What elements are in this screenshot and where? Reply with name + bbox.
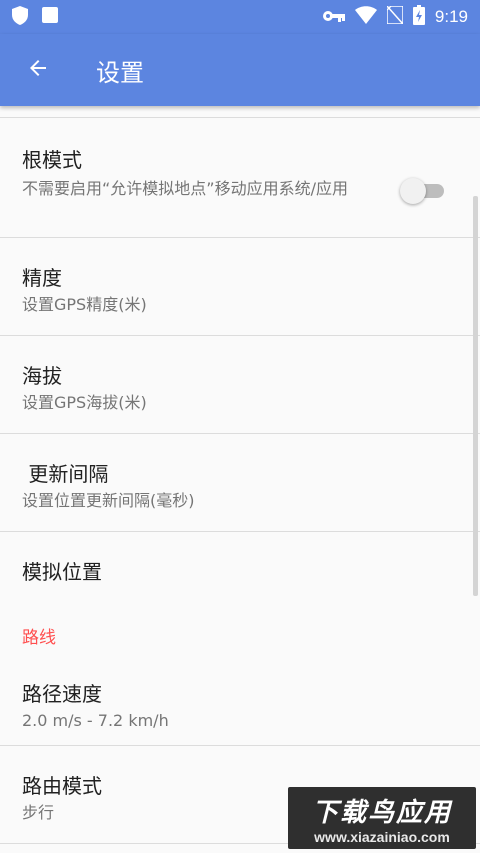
section-header-route: 路线	[22, 627, 56, 648]
setting-summary: 设置GPS精度(米)	[22, 295, 147, 314]
setting-title: 根模式	[22, 148, 82, 172]
no-sim-icon	[386, 5, 404, 28]
status-bar: 9:19	[0, 0, 480, 34]
wifi-icon	[354, 6, 377, 28]
watermark-logo: 下载鸟应用 www.xiazainiao.com	[288, 787, 476, 849]
setting-route-speed[interactable]: 路径速度 2.0 m/s - 7.2 km/h	[0, 662, 480, 746]
root-mode-toggle[interactable]	[400, 178, 444, 204]
app-bar: 设置	[0, 34, 480, 106]
setting-title: 模拟位置	[22, 560, 102, 584]
arrow-left-icon	[26, 56, 50, 84]
list-top-divider	[0, 106, 480, 118]
watermark-title: 下载鸟应用	[311, 797, 452, 828]
settings-list[interactable]: 根模式 不需要启用“允许模拟地点”移动应用系统/应用 精度 设置GPS精度(米)…	[0, 106, 480, 853]
page-title: 设置	[96, 58, 144, 87]
setting-summary: 2.0 m/s - 7.2 km/h	[22, 711, 169, 730]
setting-title: 更新间隔	[22, 462, 109, 486]
back-button[interactable]	[0, 34, 76, 106]
setting-accuracy[interactable]: 精度 设置GPS精度(米)	[0, 238, 480, 336]
scrollbar[interactable]	[473, 196, 478, 596]
setting-mock-location[interactable]: 模拟位置	[0, 532, 480, 608]
setting-summary: 设置GPS海拔(米)	[22, 393, 147, 412]
setting-title: 精度	[22, 266, 62, 290]
key-icon	[322, 8, 345, 27]
square-icon	[42, 7, 58, 27]
setting-summary: 不需要启用“允许模拟地点”移动应用系统/应用	[22, 179, 348, 198]
status-time: 9:19	[434, 7, 468, 26]
watermark-url: www.xiazainiao.com	[314, 828, 450, 845]
toggle-thumb	[400, 178, 426, 204]
setting-root-mode[interactable]: 根模式 不需要启用“允许模拟地点”移动应用系统/应用	[0, 118, 480, 238]
shield-icon	[12, 5, 28, 29]
setting-altitude[interactable]: 海拔 设置GPS海拔(米)	[0, 336, 480, 434]
battery-charging-icon	[412, 5, 425, 29]
setting-summary: 设置位置更新间隔(毫秒)	[22, 491, 195, 510]
setting-title: 海拔	[22, 364, 62, 388]
setting-title: 路径速度	[22, 682, 102, 706]
setting-update-interval[interactable]: 更新间隔 设置位置更新间隔(毫秒)	[0, 434, 480, 532]
